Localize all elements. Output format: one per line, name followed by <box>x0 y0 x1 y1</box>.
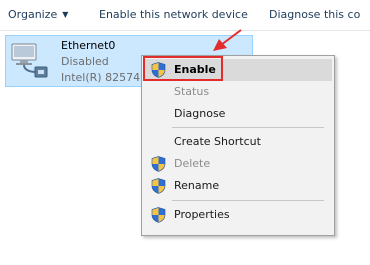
menu-item-label: Create Shortcut <box>174 135 261 148</box>
menu-item-label: Diagnose <box>174 107 226 120</box>
context-menu: Enable Status Diagnose Create Shortcut D… <box>141 55 335 236</box>
command-bar: Organize ▼ Enable this network device Dia… <box>0 0 370 30</box>
menu-item-diagnose[interactable]: Diagnose <box>144 103 332 125</box>
adapter-name: Ethernet0 <box>61 39 116 52</box>
menu-item-status[interactable]: Status <box>144 81 332 103</box>
diagnose-label: Diagnose this co <box>269 8 361 21</box>
organize-menu-button[interactable]: Organize ▼ <box>8 8 68 21</box>
annotation-highlight-box <box>143 56 223 81</box>
uac-shield-icon <box>151 178 166 194</box>
annotation-arrow-icon <box>213 29 242 51</box>
menu-item-label: Properties <box>174 208 230 221</box>
diagnose-connection-button[interactable]: Diagnose this co <box>269 8 360 21</box>
menu-item-label: Delete <box>174 157 211 170</box>
adapter-device-name: Intel(R) 82574L <box>61 71 147 84</box>
uac-shield-icon <box>151 156 166 172</box>
network-adapter-icon <box>11 43 48 78</box>
enable-device-button[interactable]: Enable this network device <box>99 8 248 21</box>
uac-shield-icon <box>151 207 166 223</box>
menu-item-label: Rename <box>174 179 220 192</box>
enable-device-label: Enable this network device <box>99 8 248 21</box>
adapter-status: Disabled <box>61 55 109 68</box>
menu-item-label: Status <box>174 85 210 98</box>
chevron-down-icon: ▼ <box>62 10 69 19</box>
menu-separator <box>172 200 324 201</box>
menu-item-delete[interactable]: Delete <box>144 153 332 175</box>
menu-item-rename[interactable]: Rename <box>144 175 332 197</box>
menu-separator <box>172 127 324 128</box>
menu-item-properties[interactable]: Properties <box>144 204 332 226</box>
menu-item-create-shortcut[interactable]: Create Shortcut <box>144 131 332 153</box>
organize-label: Organize <box>8 8 58 21</box>
toolbar-divider <box>0 30 370 31</box>
